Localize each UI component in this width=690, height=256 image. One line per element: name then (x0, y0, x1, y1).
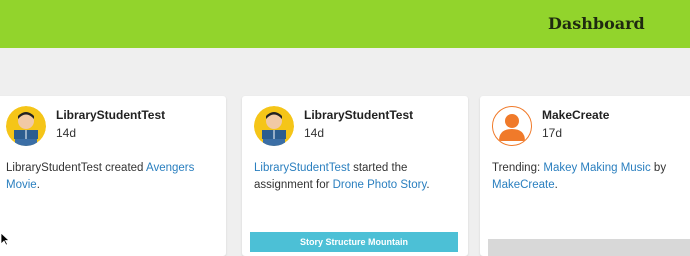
post-body: LibraryStudentTest created Avengers Movi… (6, 160, 211, 194)
post-author[interactable]: MakeCreate (542, 108, 609, 122)
trending-project-link[interactable]: Makey Making Music (543, 162, 650, 174)
post-body: LibraryStudentTest started the assignmen… (254, 160, 459, 194)
post-age: 17d (542, 126, 563, 140)
post-text-end: . (36, 179, 40, 191)
top-header-bar: Dashboard (0, 0, 690, 48)
mouse-cursor-icon (0, 232, 11, 246)
user-link[interactable]: LibraryStudentTest (254, 162, 350, 174)
creator-link[interactable]: MakeCreate (492, 179, 555, 191)
reading-student-avatar-icon[interactable] (6, 106, 46, 146)
post-text: Trending: (492, 162, 544, 174)
post-text-by: by (650, 162, 667, 174)
project-thumbnail-banner[interactable]: Story Structure Mountain (250, 232, 458, 252)
post-author[interactable]: LibraryStudentTest (56, 108, 165, 122)
activity-card[interactable]: LibraryStudentTest 14d LibraryStudentTes… (242, 96, 468, 256)
activity-card[interactable]: MakeCreate 17d Trending: Makey Making Mu… (480, 96, 690, 256)
post-text-end: . (554, 179, 558, 191)
assignment-link[interactable]: Drone Photo Story (333, 179, 427, 191)
project-thumbnail-image[interactable] (488, 239, 690, 256)
post-body: Trending: Makey Making Music by MakeCrea… (492, 160, 690, 194)
page-title: Dashboard (548, 14, 645, 33)
person-icon-avatar[interactable] (492, 106, 532, 146)
activity-card[interactable]: LibraryStudentTest 14d LibraryStudentTes… (0, 96, 226, 256)
post-age: 14d (56, 126, 77, 140)
post-text-end: . (426, 179, 430, 191)
reading-student-avatar-icon[interactable] (254, 106, 294, 146)
post-author[interactable]: LibraryStudentTest (304, 108, 413, 122)
post-text: LibraryStudentTest created (6, 162, 146, 174)
post-age: 14d (304, 126, 325, 140)
